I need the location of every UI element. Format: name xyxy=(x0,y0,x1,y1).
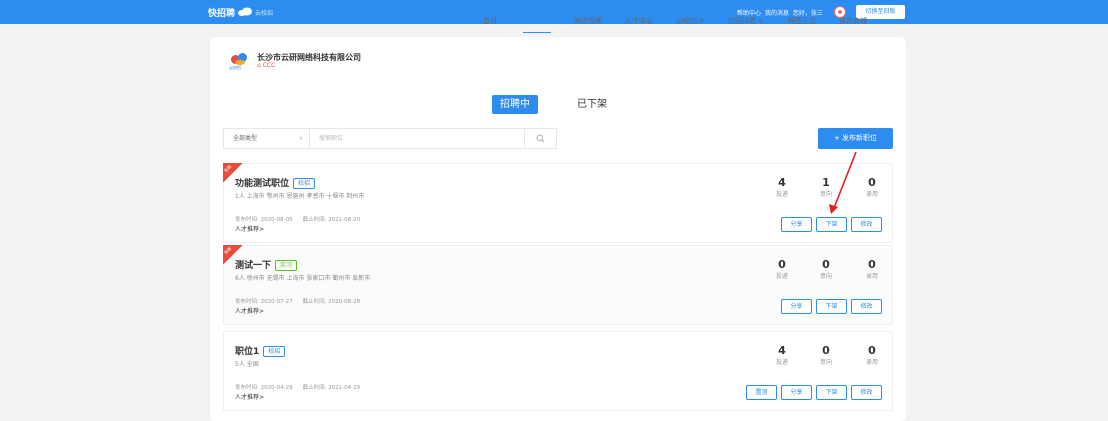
messages-link[interactable]: 我的消息 xyxy=(765,10,789,17)
nav-job-management[interactable]: 职位管理 xyxy=(523,16,551,33)
stat-intent[interactable]: 0 意向 xyxy=(811,344,841,368)
stat-hired[interactable]: 0 录用 xyxy=(857,176,887,200)
job-locations: 6人 徐州市 无锡市 上海市 张家口市 衢州市 阜新市 xyxy=(235,275,371,282)
offline-button[interactable]: 下架 xyxy=(816,299,847,314)
nav-online-sign[interactable]: 网签三方 xyxy=(788,16,816,30)
nav-cloud-campus[interactable]: 云校招 ∨ xyxy=(676,16,704,30)
brand-sub: 云校招 xyxy=(255,10,274,17)
edit-button[interactable]: 修改 xyxy=(851,299,882,314)
company-user: ⌂ CCC xyxy=(257,62,276,69)
publish-job-button[interactable]: + 发布新职位 xyxy=(818,128,893,149)
brand-logo[interactable]: 快招聘 xyxy=(208,6,235,19)
pin-top-button[interactable]: 置顶 xyxy=(746,385,777,400)
top-bar: 快招聘 云校招 帮助中心 我的消息 您好，张三 切换至旧版 xyxy=(0,0,1108,24)
job-dates: 发布时间: 2020-08-05 截止时间: 2021-08-20 xyxy=(235,217,361,223)
offline-button[interactable]: 下架 xyxy=(816,385,847,400)
offline-button[interactable]: 下架 xyxy=(816,217,847,232)
stat-intent[interactable]: 0 意向 xyxy=(811,258,841,282)
search-input[interactable]: 搜索职位 xyxy=(309,128,525,149)
job-card: 职位1 校招 5人 全国 发布时间: 2020-04-29 截止时间: 2021-0… xyxy=(223,331,893,411)
tab-offline[interactable]: 已下架 xyxy=(572,95,612,114)
nav-campus-recruit[interactable]: 校园招聘 ∨ xyxy=(728,16,763,30)
job-title[interactable]: 职位1 校招 xyxy=(235,344,286,357)
edit-button[interactable]: 修改 xyxy=(851,385,882,400)
chevron-down-icon: ∨ xyxy=(298,135,303,142)
company-logo: 云校招 xyxy=(229,52,253,71)
search-icon xyxy=(536,134,545,143)
stat-delivered[interactable]: 4 投递 xyxy=(767,176,797,200)
tab-recruiting[interactable]: 招聘中 xyxy=(492,95,538,114)
nav-home[interactable]: 首页 xyxy=(483,16,497,30)
job-tag: 校招 xyxy=(263,346,286,357)
job-tag: 实习 xyxy=(275,260,298,271)
job-locations: 1人 上海市 鄂州市 恩施州 孝感市 十堰市 荆州市 xyxy=(235,193,365,200)
share-button[interactable]: 分享 xyxy=(781,385,812,400)
stat-hired[interactable]: 0 录用 xyxy=(857,258,887,282)
stat-delivered[interactable]: 4 投递 xyxy=(767,344,797,368)
talent-recommend-link[interactable]: 人才推荐> xyxy=(235,392,264,401)
share-button[interactable]: 分享 xyxy=(781,299,812,314)
job-locations: 5人 全国 xyxy=(235,361,259,368)
share-button[interactable]: 分享 xyxy=(781,217,812,232)
nav-talent-center[interactable]: 人才中心 xyxy=(625,16,653,30)
job-card: 急聘 功能测试职位 校招 1人 上海市 鄂州市 恩施州 孝感市 十堰市 荆州市 发… xyxy=(223,163,893,243)
stat-hired[interactable]: 0 录用 xyxy=(857,344,887,368)
stat-delivered[interactable]: 0 投递 xyxy=(767,258,797,282)
nav-resume-management[interactable]: 简历管理 xyxy=(574,16,602,30)
nav-store[interactable]: 道具商城 xyxy=(839,16,867,30)
job-title[interactable]: 测试一下 实习 xyxy=(235,258,298,271)
search-button[interactable] xyxy=(525,128,557,149)
cloud-icon xyxy=(238,7,252,16)
job-title[interactable]: 功能测试职位 校招 xyxy=(235,176,316,189)
job-dates: 发布时间: 2020-07-27 截止时间: 2020-08-28 xyxy=(235,299,361,305)
edit-button[interactable]: 修改 xyxy=(851,217,882,232)
job-dates: 发布时间: 2020-04-29 截止时间: 2021-04-29 xyxy=(235,385,361,391)
stat-intent[interactable]: 1 意向 xyxy=(811,176,841,200)
type-select[interactable]: 全部类型 ∨ xyxy=(223,128,309,149)
job-tag: 校招 xyxy=(293,178,316,189)
talent-recommend-link[interactable]: 人才推荐> xyxy=(235,224,264,233)
talent-recommend-link[interactable]: 人才推荐> xyxy=(235,306,264,315)
job-card: 急聘 测试一下 实习 6人 徐州市 无锡市 上海市 张家口市 衢州市 阜新市 发布… xyxy=(223,245,893,325)
